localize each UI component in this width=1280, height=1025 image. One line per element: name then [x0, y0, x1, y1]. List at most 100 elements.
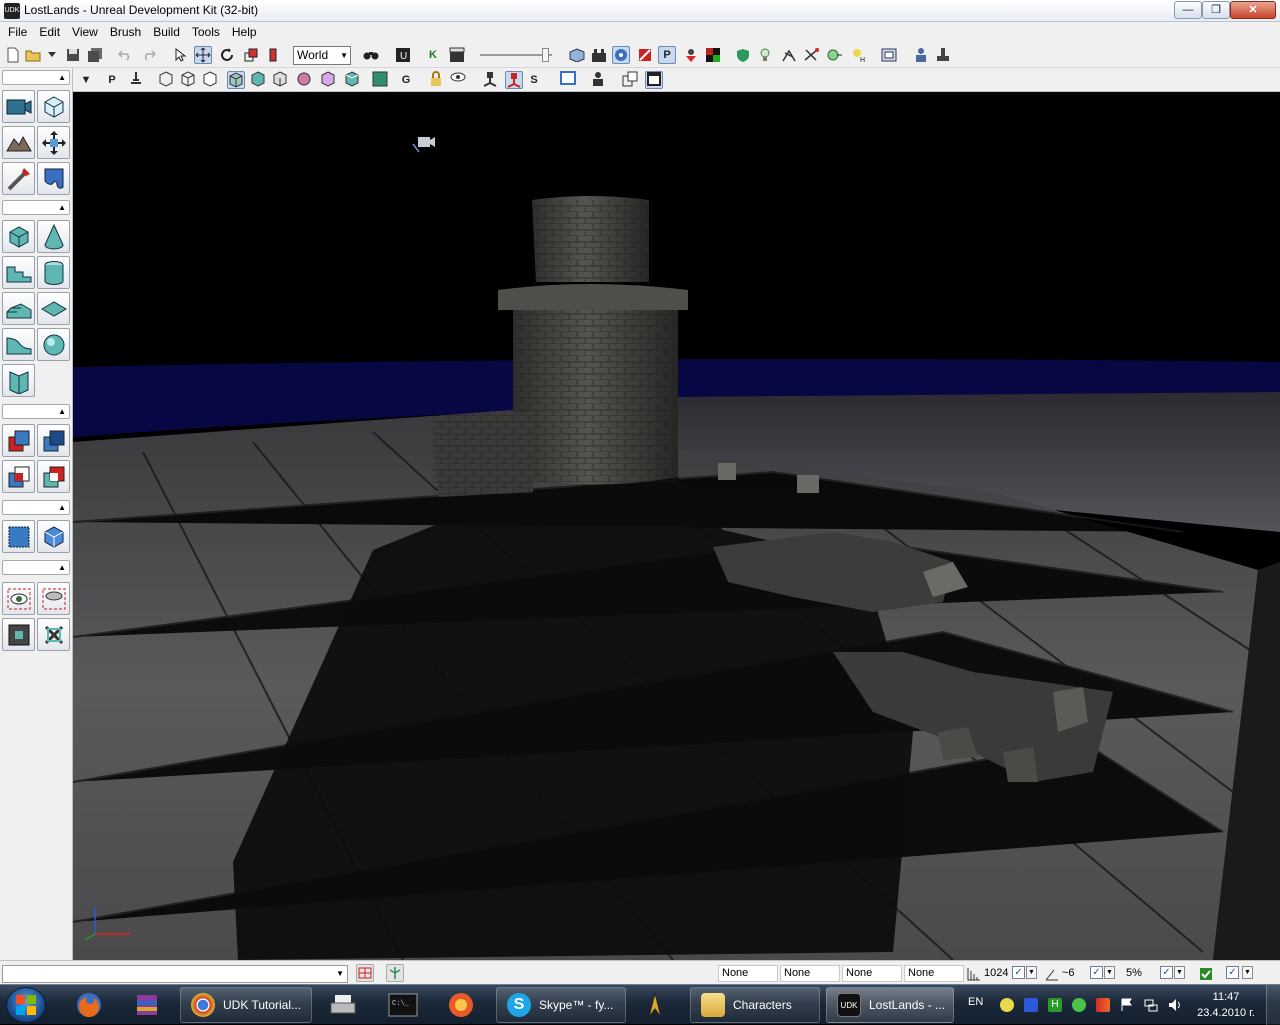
- volumetric-brush-button[interactable]: [2, 364, 35, 397]
- camera-mode-button[interactable]: [2, 90, 35, 123]
- tray-red-icon[interactable]: [1096, 998, 1110, 1012]
- texture-density-view-icon[interactable]: [319, 71, 337, 89]
- menu-view[interactable]: View: [66, 22, 104, 42]
- drag-grid-toggle-icon[interactable]: [356, 964, 374, 982]
- scale-mode-icon[interactable]: [242, 46, 260, 64]
- primitives-section-collapse[interactable]: ▲: [2, 200, 70, 215]
- green-shield-icon[interactable]: [734, 46, 752, 64]
- volumes-section-collapse[interactable]: ▲: [2, 500, 70, 515]
- camera-lock-icon[interactable]: [127, 71, 145, 89]
- menu-build[interactable]: Build: [147, 22, 186, 42]
- kismet-button[interactable]: K: [424, 46, 442, 64]
- scale-snap-dropdown[interactable]: ▼: [1174, 966, 1185, 979]
- mesh-paint-mode-button[interactable]: [37, 162, 70, 195]
- rotation-snap-dropdown[interactable]: ▼: [1104, 966, 1115, 979]
- volume-speaker-icon[interactable]: [1168, 998, 1182, 1012]
- camera-stand-icon[interactable]: [481, 71, 499, 89]
- slider-thumb[interactable]: [542, 48, 549, 62]
- add-volume-button[interactable]: [2, 520, 35, 553]
- clock-date[interactable]: 23.4.2010 г.: [1194, 1007, 1258, 1019]
- show-selected-button[interactable]: [2, 582, 35, 615]
- tray-shield-icon[interactable]: [1024, 998, 1038, 1012]
- cylinder-brush-button[interactable]: [37, 256, 70, 289]
- maximize-viewport-icon[interactable]: [645, 71, 663, 89]
- realtime-preview-icon[interactable]: [505, 71, 523, 89]
- close-button[interactable]: ✕: [1230, 1, 1276, 19]
- new-file-icon[interactable]: [4, 46, 22, 64]
- autosave-dropdown[interactable]: ▼: [1242, 966, 1253, 979]
- matinee-clapboard-icon[interactable]: [448, 46, 466, 64]
- spiral-stair-brush-button[interactable]: [2, 328, 35, 361]
- winrar-icon[interactable]: [130, 989, 164, 1021]
- light-bulb-icon[interactable]: [756, 46, 774, 64]
- build-paths-icon[interactable]: [612, 46, 630, 64]
- language-indicator[interactable]: EN: [968, 996, 983, 1008]
- build-lighting-icon[interactable]: [590, 46, 608, 64]
- show-desktop-button[interactable]: [1266, 985, 1280, 1025]
- menu-brush[interactable]: Brush: [104, 22, 147, 42]
- rotate-mode-icon[interactable]: [218, 46, 236, 64]
- command-input[interactable]: ▼: [2, 965, 348, 983]
- texture-alignment-mode-button[interactable]: [2, 162, 35, 195]
- grid-snap-checkbox[interactable]: ✓: [1012, 966, 1025, 979]
- csg-add-button[interactable]: [2, 424, 35, 457]
- show-flags-eye-icon[interactable]: [449, 71, 467, 89]
- stamp-icon[interactable]: [934, 46, 952, 64]
- grid-size-dropdown[interactable]: ▼: [1026, 966, 1037, 979]
- printer-icon[interactable]: [326, 989, 360, 1021]
- udk-app-icon[interactable]: UDK: [4, 3, 20, 19]
- cone-brush-button[interactable]: [37, 220, 70, 253]
- play-on-console-icon[interactable]: [682, 46, 700, 64]
- redo-icon[interactable]: [140, 46, 158, 64]
- light-complexity-view-icon[interactable]: [295, 71, 313, 89]
- lock-viewport-icon[interactable]: [427, 71, 445, 89]
- select-section-collapse[interactable]: ▲: [2, 560, 70, 575]
- content-browser-icon[interactable]: U: [394, 46, 412, 64]
- taskbar-skype-task[interactable]: S Skype™ - fy...: [496, 987, 626, 1023]
- modes-section-collapse[interactable]: ▲: [2, 70, 70, 85]
- build-geometry-icon[interactable]: [568, 46, 586, 64]
- linear-stair-brush-button[interactable]: [2, 292, 35, 325]
- tray-notification-icon[interactable]: [1000, 998, 1014, 1012]
- menu-edit[interactable]: Edit: [33, 22, 66, 42]
- wireframe-view-icon[interactable]: [179, 71, 197, 89]
- split-viewport-icon[interactable]: [621, 71, 639, 89]
- taskbar-chrome-task[interactable]: UDK Tutorial...: [180, 987, 312, 1023]
- nonuniform-scale-icon[interactable]: [264, 46, 282, 64]
- translate-mode-icon[interactable]: [194, 46, 212, 64]
- autosave-status-icon[interactable]: [1198, 965, 1214, 983]
- frame-viewport-icon[interactable]: [559, 71, 577, 89]
- orange-app-icon[interactable]: [444, 989, 478, 1021]
- add-special-brush-button[interactable]: [37, 520, 70, 553]
- actor-person-icon[interactable]: [912, 46, 930, 64]
- show-all-button[interactable]: [2, 618, 35, 651]
- volume-icon[interactable]: [826, 46, 844, 64]
- curved-stair-brush-button[interactable]: [2, 256, 35, 289]
- maximize-button[interactable]: ❐: [1202, 1, 1230, 19]
- camera-speed-slider[interactable]: [480, 48, 552, 62]
- shader-complexity-view-icon[interactable]: [343, 71, 361, 89]
- path-node-icon[interactable]: [780, 46, 798, 64]
- save-icon[interactable]: [64, 46, 82, 64]
- play-in-editor-button[interactable]: P: [658, 46, 676, 64]
- winamp-icon[interactable]: [638, 989, 672, 1021]
- realtime-audio-button[interactable]: S: [525, 71, 543, 89]
- actor-figure-icon[interactable]: [589, 71, 607, 89]
- fullscreen-viewport-icon[interactable]: [880, 46, 898, 64]
- brush-wireframe-icon[interactable]: [157, 71, 175, 89]
- csg-subtract-button[interactable]: [37, 424, 70, 457]
- invert-selection-button[interactable]: [37, 618, 70, 651]
- menu-tools[interactable]: Tools: [186, 22, 226, 42]
- taskbar-characters-task[interactable]: Characters: [690, 987, 820, 1023]
- sphere-brush-button[interactable]: [37, 328, 70, 361]
- path-link-icon[interactable]: [802, 46, 820, 64]
- hide-selected-button[interactable]: [37, 582, 70, 615]
- open-folder-icon[interactable]: [24, 46, 42, 64]
- action-center-flag-icon[interactable]: [1120, 998, 1134, 1012]
- tray-green-circle-icon[interactable]: [1072, 998, 1086, 1012]
- tray-h-icon[interactable]: H: [1048, 998, 1062, 1012]
- coordinate-system-select[interactable]: World ▼: [293, 46, 351, 65]
- lit-view-icon[interactable]: [227, 71, 245, 89]
- menu-file[interactable]: File: [2, 22, 33, 42]
- start-button[interactable]: [6, 987, 46, 1023]
